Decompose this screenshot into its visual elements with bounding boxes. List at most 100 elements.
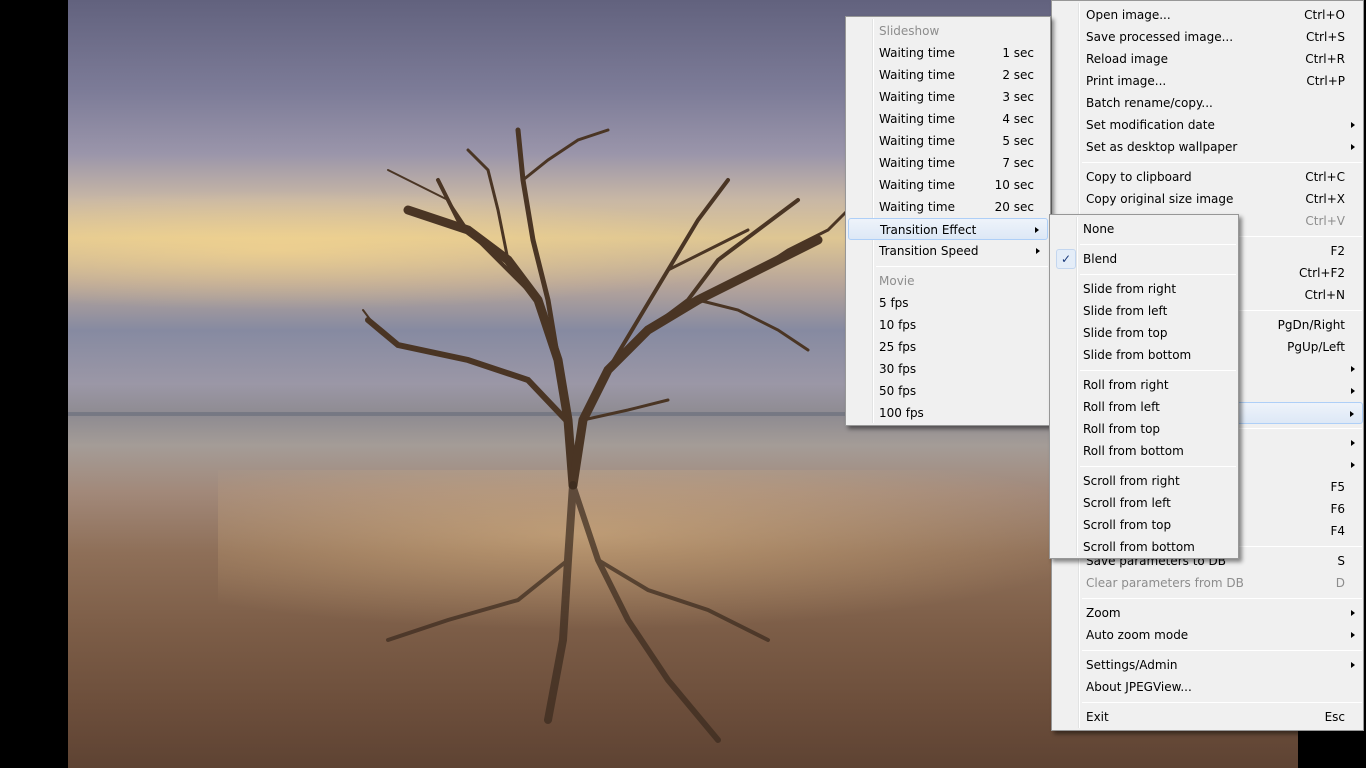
submenu-arrow-icon bbox=[1351, 462, 1355, 468]
fps-10-fps[interactable]: 10 fps bbox=[848, 314, 1048, 336]
menu-item-label: Transition Effect bbox=[880, 223, 977, 237]
menu-item-zoom[interactable]: Zoom bbox=[1054, 602, 1363, 624]
menu-item-label: Scroll from top bbox=[1083, 518, 1172, 532]
submenu-arrow-icon bbox=[1351, 662, 1355, 668]
submenu-arrow-icon bbox=[1351, 632, 1355, 638]
menu-item-label: Scroll from right bbox=[1083, 474, 1180, 488]
transition-slide-from-right[interactable]: Slide from right bbox=[1052, 278, 1236, 300]
menu-item-set-as-desktop-wallpaper[interactable]: Set as desktop wallpaper bbox=[1054, 136, 1363, 158]
menu-item-label: Waiting time bbox=[879, 134, 955, 148]
waiting-time-5-sec[interactable]: Waiting time 5 sec bbox=[848, 130, 1048, 152]
transition-roll-from-right[interactable]: Roll from right bbox=[1052, 374, 1236, 396]
transition-scroll-from-right[interactable]: Scroll from right bbox=[1052, 470, 1236, 492]
menu-item-batch-rename-copy[interactable]: Batch rename/copy... bbox=[1054, 92, 1363, 114]
transition-roll-from-left[interactable]: Roll from left bbox=[1052, 396, 1236, 418]
transition-scroll-from-bottom[interactable]: Scroll from bottom bbox=[1052, 536, 1236, 558]
waiting-time-1-sec[interactable]: Waiting time 1 sec bbox=[848, 42, 1048, 64]
menu-item-shortcut: PgDn/Right bbox=[1277, 318, 1345, 332]
submenu-arrow-icon bbox=[1351, 388, 1355, 394]
waiting-time-10-sec[interactable]: Waiting time 10 sec bbox=[848, 174, 1048, 196]
menu-separator bbox=[1080, 466, 1236, 467]
menu-item-label: 25 fps bbox=[879, 340, 917, 354]
menu-item-shortcut: F5 bbox=[1330, 480, 1345, 494]
menu-item-shortcut: 3 sec bbox=[1002, 90, 1034, 104]
transition-speed-item[interactable]: Transition Speed bbox=[848, 240, 1048, 262]
fps-25-fps[interactable]: 25 fps bbox=[848, 336, 1048, 358]
menu-item-label: Set modification date bbox=[1086, 118, 1215, 132]
menu-item-shortcut: Ctrl+C bbox=[1305, 170, 1345, 184]
menu-item-copy-to-clipboard[interactable]: Copy to clipboard Ctrl+C bbox=[1054, 166, 1363, 188]
transition-scroll-from-top[interactable]: Scroll from top bbox=[1052, 514, 1236, 536]
menu-item-label: Set as desktop wallpaper bbox=[1086, 140, 1238, 154]
menu-item-label: Waiting time bbox=[879, 200, 955, 214]
transition-scroll-from-left[interactable]: Scroll from left bbox=[1052, 492, 1236, 514]
menu-item-label: Batch rename/copy... bbox=[1086, 96, 1213, 110]
menu-item-shortcut: Ctrl+F2 bbox=[1299, 266, 1345, 280]
submenu-arrow-icon bbox=[1351, 366, 1355, 372]
menu-item-label: Save processed image... bbox=[1086, 30, 1234, 44]
menu-item-label: Slideshow bbox=[879, 24, 940, 38]
menu-item-label: Blend bbox=[1083, 252, 1118, 266]
menu-item-settings-admin[interactable]: Settings/Admin bbox=[1054, 654, 1363, 676]
menu-separator bbox=[1082, 598, 1362, 599]
menu-item-shortcut: PgUp/Left bbox=[1287, 340, 1345, 354]
submenu-arrow-icon bbox=[1035, 227, 1039, 233]
menu-item-print-image[interactable]: Print image... Ctrl+P bbox=[1054, 70, 1363, 92]
menu-item-about-jpegview[interactable]: About JPEGView... bbox=[1054, 676, 1363, 698]
menu-item-label: Roll from bottom bbox=[1083, 444, 1184, 458]
menu-item-shortcut: S bbox=[1337, 554, 1345, 568]
transition-roll-from-bottom[interactable]: Roll from bottom bbox=[1052, 440, 1236, 462]
menu-item-reload-image[interactable]: Reload image Ctrl+R bbox=[1054, 48, 1363, 70]
menu-item-shortcut: 7 sec bbox=[1002, 156, 1034, 170]
menu-item-shortcut: 5 sec bbox=[1002, 134, 1034, 148]
menu-item-shortcut: F2 bbox=[1330, 244, 1345, 258]
menu-item-shortcut: F6 bbox=[1330, 502, 1345, 516]
transition-slide-from-top[interactable]: Slide from top bbox=[1052, 322, 1236, 344]
menu-item-copy-original-size-image[interactable]: Copy original size image Ctrl+X bbox=[1054, 188, 1363, 210]
waiting-time-2-sec[interactable]: Waiting time 2 sec bbox=[848, 64, 1048, 86]
menu-item-label: 100 fps bbox=[879, 406, 924, 420]
menu-item-label: Slide from top bbox=[1083, 326, 1168, 340]
menu-item-set-modification-date[interactable]: Set modification date bbox=[1054, 114, 1363, 136]
menu-item-label: Waiting time bbox=[879, 178, 955, 192]
menu-item-clear-parameters-from-db[interactable]: Clear parameters from DB D bbox=[1054, 572, 1363, 594]
menu-item-label: Waiting time bbox=[879, 112, 955, 126]
menu-item-shortcut: Ctrl+X bbox=[1305, 192, 1345, 206]
waiting-time-20-sec[interactable]: Waiting time 20 sec bbox=[848, 196, 1048, 218]
menu-item-open-image[interactable]: Open image... Ctrl+O bbox=[1054, 4, 1363, 26]
menu-item-exit[interactable]: Exit Esc bbox=[1054, 706, 1363, 728]
menu-item-label: 10 fps bbox=[879, 318, 917, 332]
fps-5-fps[interactable]: 5 fps bbox=[848, 292, 1048, 314]
menu-item-label: Waiting time bbox=[879, 68, 955, 82]
menu-separator bbox=[876, 266, 1048, 267]
waiting-time-7-sec[interactable]: Waiting time 7 sec bbox=[848, 152, 1048, 174]
menu-item-shortcut: F4 bbox=[1330, 524, 1345, 538]
submenu-arrow-icon bbox=[1351, 144, 1355, 150]
menu-item-label: Settings/Admin bbox=[1086, 658, 1178, 672]
fps-30-fps[interactable]: 30 fps bbox=[848, 358, 1048, 380]
transition-effect-item[interactable]: Transition Effect bbox=[848, 218, 1048, 240]
transition-roll-from-top[interactable]: Roll from top bbox=[1052, 418, 1236, 440]
waiting-time-3-sec[interactable]: Waiting time 3 sec bbox=[848, 86, 1048, 108]
menu-item-label: Auto zoom mode bbox=[1086, 628, 1189, 642]
menu-item-shortcut: 10 sec bbox=[994, 178, 1034, 192]
movie-header[interactable]: Movie bbox=[848, 270, 1048, 292]
fps-50-fps[interactable]: 50 fps bbox=[848, 380, 1048, 402]
menu-item-label: None bbox=[1083, 222, 1115, 236]
fps-100-fps[interactable]: 100 fps bbox=[848, 402, 1048, 424]
menu-item-shortcut: Ctrl+N bbox=[1304, 288, 1345, 302]
menu-item-label: Scroll from bottom bbox=[1083, 540, 1195, 554]
menu-item-shortcut: 2 sec bbox=[1002, 68, 1034, 82]
slideshow-submenu: Slideshow Waiting time 1 sec Waiting time 2 … bbox=[845, 16, 1051, 426]
transition-slide-from-bottom[interactable]: Slide from bottom bbox=[1052, 344, 1236, 366]
menu-separator bbox=[1082, 702, 1362, 703]
menu-item-save-processed-image[interactable]: Save processed image... Ctrl+S bbox=[1054, 26, 1363, 48]
menu-item-shortcut: Esc bbox=[1324, 710, 1345, 724]
slideshow-header[interactable]: Slideshow bbox=[848, 20, 1048, 42]
transition-blend[interactable]: ✓ Blend bbox=[1052, 248, 1236, 270]
waiting-time-4-sec[interactable]: Waiting time 4 sec bbox=[848, 108, 1048, 130]
transition-none[interactable]: None bbox=[1052, 218, 1236, 240]
transition-slide-from-left[interactable]: Slide from left bbox=[1052, 300, 1236, 322]
menu-separator bbox=[1082, 650, 1362, 651]
menu-item-auto-zoom-mode[interactable]: Auto zoom mode bbox=[1054, 624, 1363, 646]
